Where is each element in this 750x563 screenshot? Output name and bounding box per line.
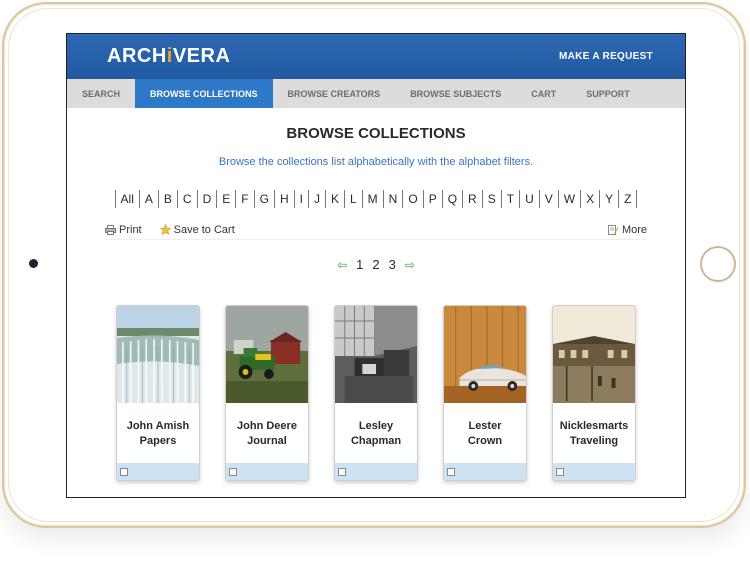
page-2[interactable]: 2: [372, 257, 379, 272]
logo-text-2: VERA: [172, 45, 231, 67]
nav-browse-subjects[interactable]: BROWSE SUBJECTS: [395, 79, 516, 108]
page-subtitle: Browse the collections list alphabetical…: [218, 156, 534, 168]
alphabet-filter-m[interactable]: M: [361, 190, 383, 208]
collection-title[interactable]: John Amish Papers: [117, 403, 199, 465]
alphabet-filter-u[interactable]: U: [519, 190, 539, 208]
select-checkbox[interactable]: [447, 467, 455, 476]
card-footer: [117, 463, 199, 480]
home-button[interactable]: [700, 246, 736, 282]
nav-browse-collections[interactable]: BROWSE COLLECTIONS: [135, 79, 273, 108]
header-bar: ARCHiVERA MAKE A REQUEST: [67, 34, 685, 79]
alphabet-filter-d[interactable]: D: [196, 190, 217, 208]
more-button[interactable]: More: [607, 223, 647, 236]
save-to-cart-label: Save to Cart: [173, 223, 235, 236]
alphabet-filter-f[interactable]: F: [235, 190, 253, 208]
alphabet-filter-y[interactable]: Y: [599, 190, 618, 208]
collection-title-line1: John Amish: [126, 420, 190, 432]
card-footer: [553, 463, 635, 480]
nav-cart[interactable]: CART: [516, 79, 571, 108]
print-button[interactable]: Print: [105, 224, 142, 236]
select-checkbox[interactable]: [338, 467, 346, 476]
pagination: ⇦ 1 2 3 ⇨: [67, 257, 685, 272]
alphabet-filter-v[interactable]: V: [538, 190, 558, 208]
logo-text-1: ARCH: [107, 45, 167, 67]
collection-title-line2: Crown: [467, 435, 503, 447]
collection-title-line1: Nicklesmarts: [559, 420, 629, 432]
vintage-car-photo: [444, 306, 526, 403]
action-toolbar: Print Save to Cart More: [105, 220, 647, 240]
alphabet-filter-r[interactable]: R: [462, 190, 482, 208]
collection-title-line1: Lesley: [358, 420, 394, 432]
print-label: Print: [119, 223, 142, 236]
right-arrow-icon[interactable]: ⇨: [405, 258, 415, 272]
waterfall-photo: [117, 306, 199, 403]
document-edit-icon: [607, 225, 619, 235]
collection-title-line1: John Deere: [237, 420, 297, 432]
alphabet-filter-j[interactable]: J: [307, 190, 325, 208]
alphabet-filter-q[interactable]: Q: [441, 190, 462, 208]
nav-search[interactable]: SEARCH: [67, 79, 135, 108]
star-icon: [159, 224, 171, 235]
alphabet-filter-e[interactable]: E: [216, 190, 235, 208]
printer-icon: [105, 224, 116, 235]
collection-title[interactable]: Nicklesmarts Traveling: [553, 403, 635, 465]
alphabet-filter-p[interactable]: P: [422, 190, 442, 208]
alphabet-filter-x[interactable]: X: [580, 190, 599, 208]
archivera-logo[interactable]: ARCHiVERA: [107, 45, 230, 68]
alphabet-filter-a[interactable]: A: [138, 190, 158, 208]
page-1[interactable]: 1: [356, 257, 363, 272]
collection-card[interactable]: Lester Crown: [443, 305, 527, 481]
nav-browse-creators[interactable]: BROWSE CREATORS: [273, 79, 396, 108]
alphabet-filter-w[interactable]: W: [557, 190, 580, 208]
select-checkbox[interactable]: [120, 467, 128, 476]
collection-card[interactable]: John Amish Papers: [116, 305, 200, 481]
collection-title-line2: Journal: [247, 435, 287, 447]
office-bw-photo: [335, 306, 417, 403]
tractor-photo: [226, 306, 308, 403]
alphabet-filter-k[interactable]: K: [324, 190, 344, 208]
alphabet-filter-t[interactable]: T: [500, 190, 519, 208]
alphabet-filter-l[interactable]: L: [343, 190, 362, 208]
alphabet-filter-i[interactable]: I: [293, 190, 308, 208]
collection-card[interactable]: John Deere Journal: [225, 305, 309, 481]
collection-card[interactable]: Lesley Chapman: [334, 305, 418, 481]
collection-title-line2: Traveling: [569, 435, 619, 447]
alphabet-filter-n[interactable]: N: [382, 190, 403, 208]
alphabet-filter-s[interactable]: S: [481, 190, 501, 208]
select-checkbox[interactable]: [229, 467, 237, 476]
alphabet-filter-all[interactable]: All: [114, 190, 139, 208]
collection-title[interactable]: John Deere Journal: [226, 403, 308, 465]
screen: ARCHiVERA MAKE A REQUEST SEARCH BROWSE C…: [66, 33, 686, 498]
select-checkbox[interactable]: [556, 467, 564, 476]
make-request-link[interactable]: MAKE A REQUEST: [559, 51, 653, 62]
card-footer: [335, 463, 417, 480]
alphabet-filter-z[interactable]: Z: [618, 190, 638, 208]
nav-support[interactable]: SUPPORT: [571, 79, 645, 108]
page-3[interactable]: 3: [389, 257, 396, 272]
more-label: More: [621, 223, 647, 236]
collection-title[interactable]: Lester Crown: [444, 403, 526, 465]
camera-dot: [29, 259, 38, 268]
card-footer: [444, 463, 526, 480]
collection-title[interactable]: Lesley Chapman: [335, 403, 417, 465]
collection-title-line2: Papers: [139, 435, 177, 447]
collection-cards: John Amish Papers John Deere Journal Les…: [116, 305, 636, 481]
sepia-station-photo: [553, 306, 635, 403]
alphabet-filter-o[interactable]: O: [402, 190, 422, 208]
save-to-cart-button[interactable]: Save to Cart: [159, 223, 235, 236]
left-arrow-icon[interactable]: ⇦: [337, 258, 347, 272]
card-footer: [226, 463, 308, 480]
alphabet-filter-h[interactable]: H: [273, 190, 294, 208]
collection-title-line2: Chapman: [350, 435, 402, 447]
alphabet-filter-c[interactable]: C: [176, 190, 197, 208]
page-title: BROWSE COLLECTIONS: [286, 125, 466, 142]
collection-title-line1: Lester: [468, 420, 502, 432]
alphabet-filter: All A B C D E F G H I J K L M N O P Q R S T U V W X Y Z: [67, 190, 685, 208]
alphabet-filter-b[interactable]: B: [157, 190, 177, 208]
main-nav: SEARCH BROWSE COLLECTIONS BROWSE CREATOR…: [67, 79, 685, 108]
collection-card[interactable]: Nicklesmarts Traveling: [552, 305, 636, 481]
alphabet-filter-g[interactable]: G: [253, 190, 274, 208]
